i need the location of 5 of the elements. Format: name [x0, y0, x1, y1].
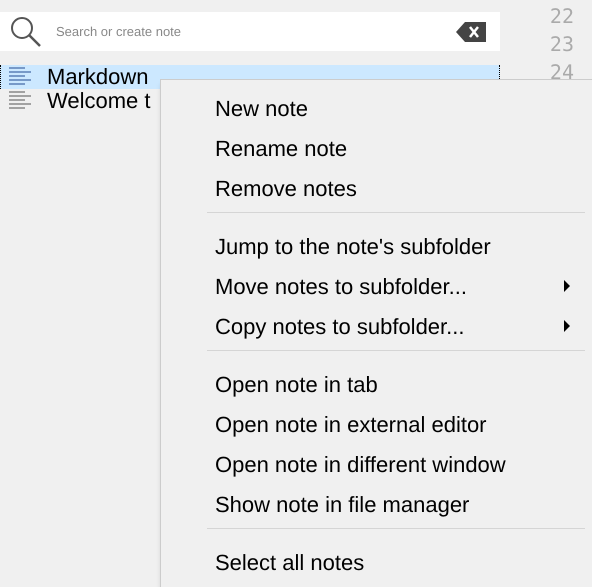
line-number: 24 — [550, 59, 574, 86]
note-title: Welcome t — [47, 90, 151, 112]
line-number: 22 — [550, 3, 574, 30]
note-title: Markdown — [47, 66, 148, 88]
line-number: 23 — [550, 31, 574, 58]
